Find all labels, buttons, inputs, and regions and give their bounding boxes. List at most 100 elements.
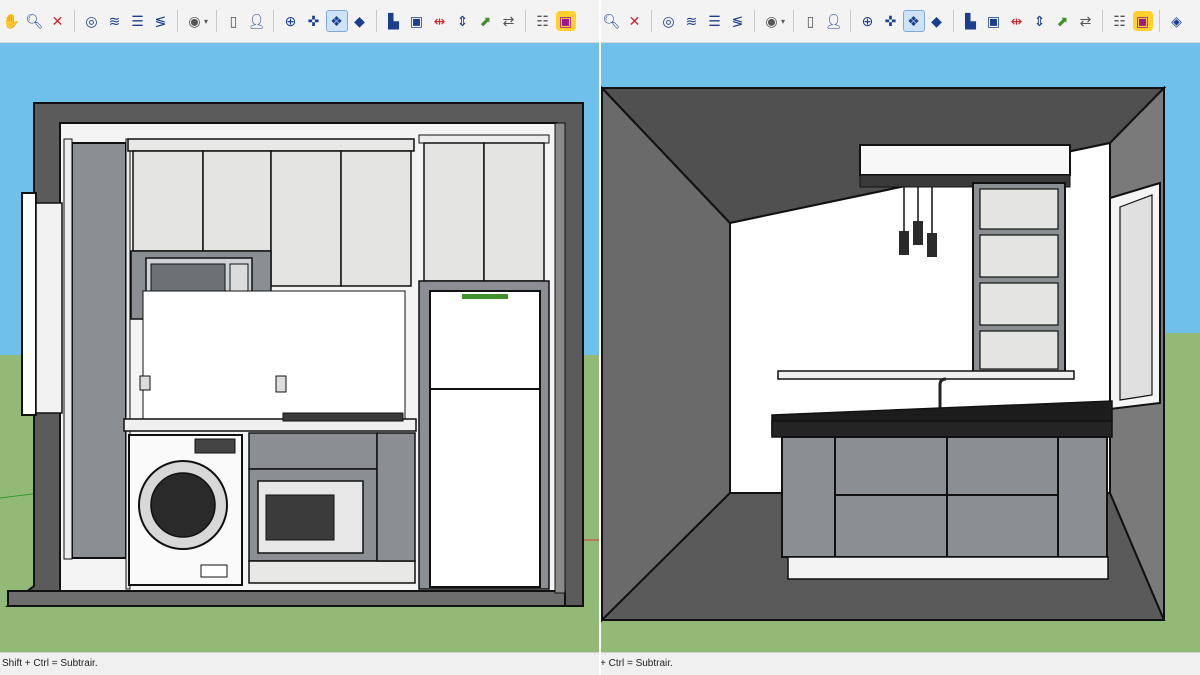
washer-panel <box>194 438 236 454</box>
perspective-view-drawing <box>600 43 1200 652</box>
fridge-upper-door-1[interactable] <box>423 142 485 282</box>
outlet-left <box>139 375 151 391</box>
select-box-icon[interactable]: ▣ <box>407 11 427 31</box>
side-window <box>21 192 37 416</box>
shelf-1 <box>979 188 1059 230</box>
outliner-icon[interactable]: ◉ <box>185 11 205 31</box>
refrigerator[interactable] <box>429 290 541 588</box>
new-document-icon[interactable]: ▯ <box>801 11 821 31</box>
toolbar-separator <box>1102 10 1104 32</box>
fridge-logo <box>462 294 508 299</box>
panel-left <box>63 138 73 560</box>
upper-door-1[interactable] <box>132 150 204 252</box>
pan-hand-icon[interactable]: ✋ <box>2 11 22 31</box>
upper-door-4[interactable] <box>340 150 412 287</box>
toolbar-separator <box>651 10 652 32</box>
arrows-icon[interactable]: ⇄ <box>499 11 519 31</box>
rotate-green-icon[interactable]: ⬈ <box>476 11 496 31</box>
display-sections-icon[interactable]: ≋ <box>105 11 125 31</box>
move-blue-icon[interactable]: ⇕ <box>453 11 473 31</box>
select-box-icon[interactable]: ▣ <box>984 11 1004 31</box>
rotate-green-icon[interactable]: ⬈ <box>1053 11 1073 31</box>
look-around-icon[interactable]: ❖ <box>325 10 348 32</box>
section-cuts-icon[interactable]: ☰ <box>128 11 148 31</box>
toolbar-separator <box>216 10 218 32</box>
upper-door-3[interactable] <box>270 150 342 287</box>
toolbar-separator <box>850 10 852 32</box>
walk-icon[interactable]: ✜ <box>304 11 324 31</box>
walk-icon[interactable]: ✜ <box>881 11 901 31</box>
move-red-icon[interactable]: ⇹ <box>430 11 450 31</box>
toolbar-left: ✋ 🔍︎ ✕ ◎ ≋ ☰ ≶ ◉ ▾ ▯ 👤︎ ⊕ ✜ ❖ ◆ ▙ ▣ ⇹ ⇕ … <box>0 0 600 43</box>
plugin-icon[interactable]: ▣ <box>1132 11 1153 31</box>
upper-door-2[interactable] <box>202 150 272 252</box>
move-blue-icon[interactable]: ⇕ <box>1030 11 1050 31</box>
user-icon[interactable]: 👤︎ <box>824 11 844 31</box>
pendant-light-2[interactable] <box>913 221 923 245</box>
toolbar-separator <box>376 10 378 32</box>
bulkhead <box>859 144 1071 176</box>
plugin-icon[interactable]: ▣ <box>555 11 576 31</box>
backsplash <box>142 290 406 420</box>
align-left-icon[interactable]: ▙ <box>961 11 981 31</box>
section-fill-icon[interactable]: ≶ <box>151 11 171 31</box>
zoom-icon[interactable]: 🔍︎ <box>602 11 622 31</box>
right-side-wall <box>554 122 566 594</box>
outlet-center <box>275 375 287 393</box>
look-around-icon[interactable]: ❖ <box>902 10 925 32</box>
display-sections-icon[interactable]: ≋ <box>682 11 702 31</box>
shelf-3 <box>979 282 1059 326</box>
section-plane-icon[interactable]: ◎ <box>82 11 102 31</box>
window-pane <box>1119 194 1153 401</box>
floor-slab <box>7 590 566 607</box>
new-document-icon[interactable]: ▯ <box>224 11 244 31</box>
status-text-left: Shift + Ctrl = Subtrair. <box>2 658 98 669</box>
zoom-extents-icon[interactable]: ✕ <box>48 11 68 31</box>
zoom-extents-icon[interactable]: ✕ <box>625 11 645 31</box>
report-icon[interactable]: ☷ <box>1110 11 1130 31</box>
toolbar-separator <box>793 10 795 32</box>
cooktop[interactable] <box>282 412 404 422</box>
section-cuts-icon[interactable]: ☰ <box>705 11 725 31</box>
window-frame <box>35 202 63 414</box>
pendant-light-3[interactable] <box>927 233 937 257</box>
orbit-icon[interactable]: ⊕ <box>281 11 301 31</box>
washer-drawer <box>200 564 228 578</box>
move-red-icon[interactable]: ⇹ <box>1007 11 1027 31</box>
status-bar-left: Shift + Ctrl = Subtrair. <box>0 652 600 675</box>
status-bar-right: + Ctrl = Subtrair. <box>600 652 1200 675</box>
position-camera-icon[interactable]: ◆ <box>927 11 947 31</box>
chevron-down-icon[interactable]: ▾ <box>204 17 208 26</box>
outliner-icon[interactable]: ◉ <box>762 11 782 31</box>
toolbar-right: 🔍︎ ✕ ◎ ≋ ☰ ≶ ◉ ▾ ▯ 👤︎ ⊕ ✜ ❖ ◆ ▙ ▣ ⇹ ⇕ ⬈ … <box>600 0 1200 43</box>
toolbar-separator <box>754 10 755 32</box>
front-view-drawing <box>0 43 600 652</box>
layers-icon[interactable]: ◈ <box>1167 11 1187 31</box>
toolbar-separator <box>953 10 955 32</box>
toolbar-separator <box>177 10 178 32</box>
plinth-center <box>248 560 416 584</box>
viewport-front-view[interactable] <box>0 43 600 652</box>
zoom-icon[interactable]: 🔍︎ <box>25 11 45 31</box>
align-left-icon[interactable]: ▙ <box>384 11 404 31</box>
tall-cabinet-left <box>71 142 127 559</box>
orbit-icon[interactable]: ⊕ <box>858 11 878 31</box>
report-icon[interactable]: ☷ <box>533 11 553 31</box>
microwave-lower-window <box>265 494 335 541</box>
pendant-light-1[interactable] <box>899 231 909 255</box>
status-text-right: + Ctrl = Subtrair. <box>600 658 673 669</box>
section-plane-icon[interactable]: ◎ <box>659 11 679 31</box>
lower-drawer[interactable] <box>248 432 378 470</box>
toolbar-separator <box>1159 10 1161 32</box>
section-fill-icon[interactable]: ≶ <box>728 11 748 31</box>
position-camera-icon[interactable]: ◆ <box>350 11 370 31</box>
arrows-icon[interactable]: ⇄ <box>1076 11 1096 31</box>
toolbar-separator <box>525 10 527 32</box>
toolbar-separator <box>273 10 275 32</box>
lower-side-panel <box>376 432 416 562</box>
user-icon[interactable]: 👤︎ <box>247 11 267 31</box>
fridge-trim <box>418 134 550 144</box>
viewport-perspective-view[interactable] <box>600 43 1200 652</box>
fridge-upper-door-2[interactable] <box>483 142 545 282</box>
chevron-down-icon[interactable]: ▾ <box>781 17 785 26</box>
